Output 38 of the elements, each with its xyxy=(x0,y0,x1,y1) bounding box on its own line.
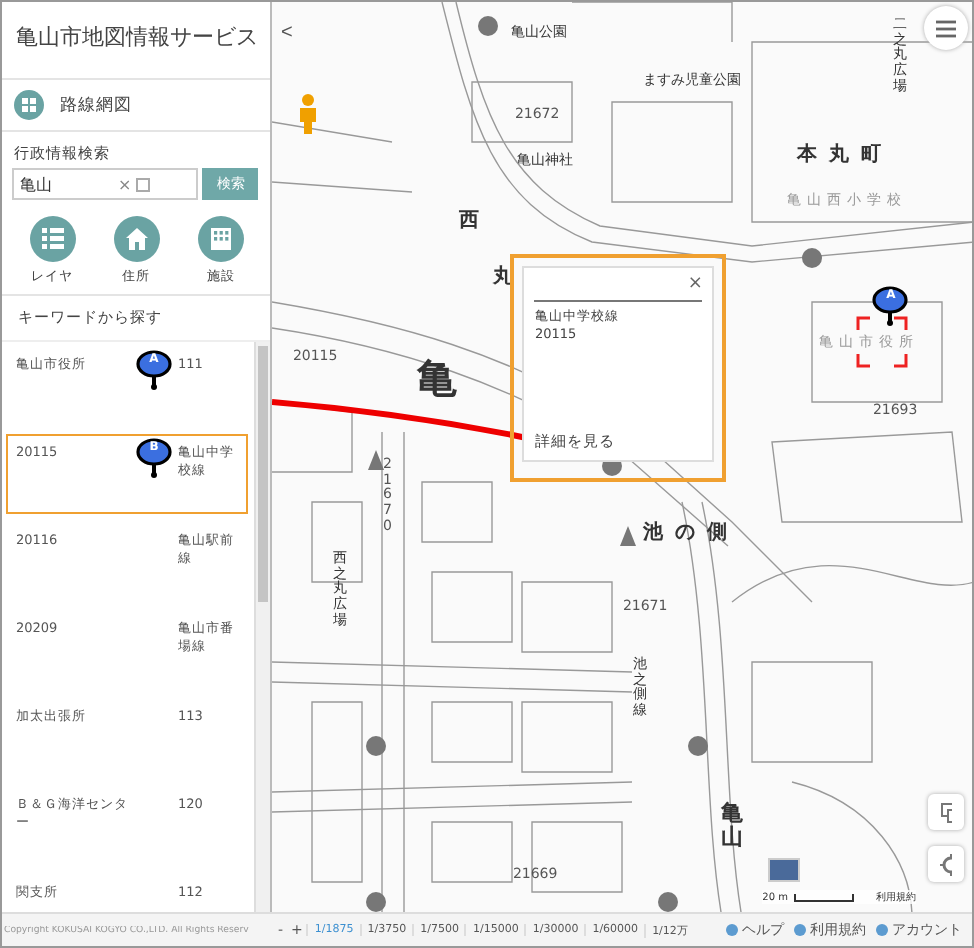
scrollbar[interactable] xyxy=(254,342,271,913)
scrollbar-thumb[interactable] xyxy=(258,346,269,602)
search-field[interactable]: 亀山 × xyxy=(12,168,199,200)
layers-button[interactable] xyxy=(928,794,964,830)
map-label: 亀山 xyxy=(720,802,743,851)
app-title: 亀山市地図情報サービス xyxy=(2,2,271,80)
route-map-button[interactable]: 路線網図 xyxy=(2,80,271,132)
map-node-icon xyxy=(802,248,823,268)
circle-icon xyxy=(794,924,806,937)
circle-icon xyxy=(876,924,888,937)
circle-icon xyxy=(726,924,738,937)
menu-button[interactable] xyxy=(924,6,968,50)
map-label: 池の側 xyxy=(642,519,739,546)
map-label: 亀 xyxy=(416,352,457,406)
map-node-icon xyxy=(366,736,387,756)
clear-button[interactable]: × xyxy=(116,175,134,193)
triangle-icon xyxy=(368,450,385,470)
selection-bracket-icon xyxy=(856,316,909,368)
house-icon xyxy=(113,216,160,262)
back-button[interactable]: < xyxy=(276,18,297,46)
building-icon xyxy=(197,216,244,262)
aerial-photo-placeholder[interactable] xyxy=(768,858,801,882)
menu-icon xyxy=(936,19,956,37)
map-node-icon xyxy=(478,16,499,36)
dropdown-icon[interactable] xyxy=(135,177,150,191)
map-label: 西 xyxy=(458,208,491,234)
locate-icon xyxy=(940,853,952,875)
map-node-icon xyxy=(366,892,387,912)
map-label: 本丸町 xyxy=(796,141,893,168)
layers-icon xyxy=(940,801,952,823)
grid-icon xyxy=(14,90,44,120)
triangle-icon xyxy=(620,526,637,546)
locate-button[interactable] xyxy=(928,846,964,882)
scale-bar xyxy=(794,893,854,901)
map-node-icon xyxy=(688,736,709,756)
list-icon xyxy=(29,216,76,262)
map-node-icon xyxy=(658,892,679,912)
close-button[interactable]: × xyxy=(687,276,703,294)
